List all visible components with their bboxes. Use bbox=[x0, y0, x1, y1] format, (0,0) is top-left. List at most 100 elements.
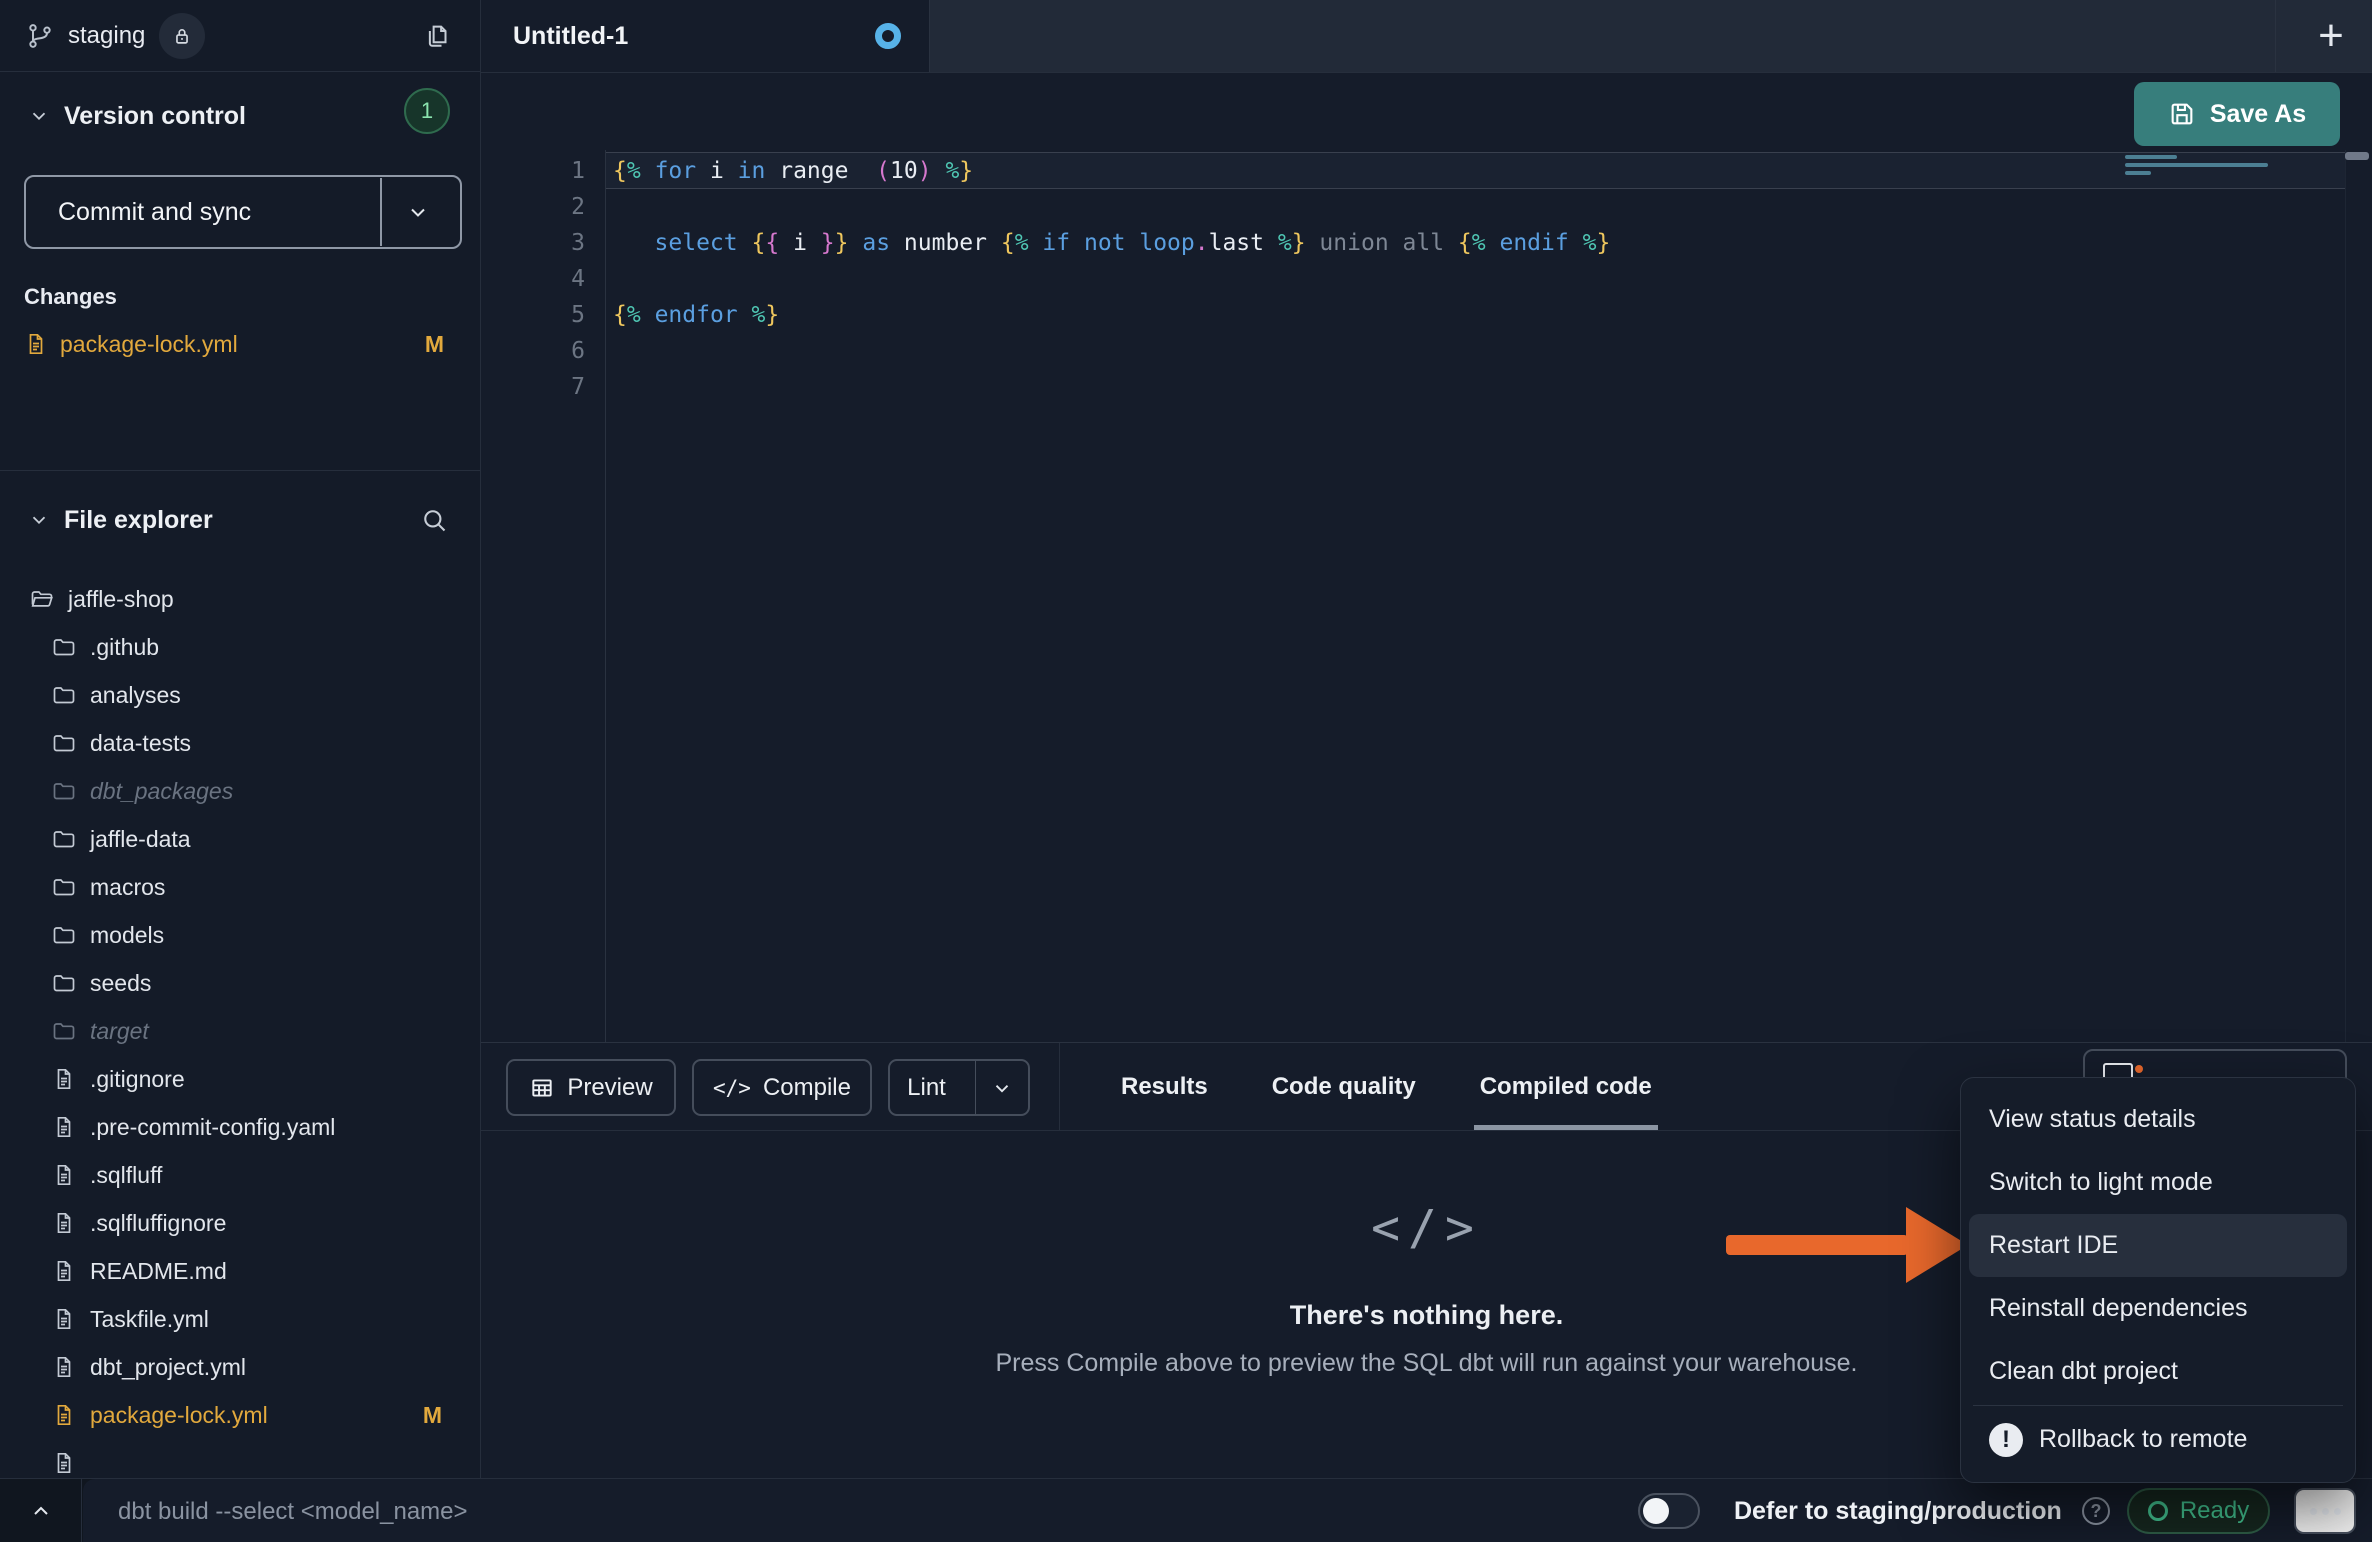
tree-item-label: dbt_packages bbox=[90, 778, 233, 805]
commit-options-dropdown[interactable] bbox=[380, 178, 454, 246]
folder-icon bbox=[52, 875, 76, 899]
minimap-line bbox=[2125, 171, 2151, 175]
panel-tab-compiled-code[interactable]: Compiled code bbox=[1480, 1043, 1652, 1130]
code-line-5: {% endfor %} bbox=[613, 297, 1610, 333]
lint-dropdown[interactable] bbox=[975, 1061, 1028, 1114]
tab-label: Untitled-1 bbox=[513, 22, 628, 51]
code-editor[interactable]: 1234567 {% for i in range (10) %} select… bbox=[481, 150, 2372, 1042]
line-number: 3 bbox=[481, 225, 585, 261]
version-control-header[interactable]: Version control 1 bbox=[0, 88, 480, 144]
defer-toggle[interactable] bbox=[1638, 1493, 1700, 1529]
copy-icon bbox=[423, 21, 453, 51]
folder-icon bbox=[52, 779, 76, 803]
tree-item--github[interactable]: .github bbox=[0, 623, 480, 671]
menu-item-view-status-details[interactable]: View status details bbox=[1969, 1088, 2347, 1151]
code-line-1: {% for i in range (10) %} bbox=[613, 153, 1610, 189]
compile-button[interactable]: </> Compile bbox=[692, 1059, 872, 1116]
tree-item-analyses[interactable]: analyses bbox=[0, 671, 480, 719]
menu-item-label: Rollback to remote bbox=[2039, 1425, 2247, 1454]
minimap[interactable] bbox=[2125, 155, 2275, 179]
tree-item-label: target bbox=[90, 1018, 149, 1045]
file-search-button[interactable] bbox=[414, 500, 454, 540]
tree-item-dbt-packages[interactable]: dbt_packages bbox=[0, 767, 480, 815]
tree-item-jaffle-shop[interactable]: jaffle-shop bbox=[0, 575, 480, 623]
file-icon bbox=[52, 1115, 76, 1139]
more-options-button[interactable] bbox=[2294, 1488, 2356, 1534]
save-as-button[interactable]: Save As bbox=[2134, 82, 2340, 146]
panel-tab-code-quality[interactable]: Code quality bbox=[1272, 1043, 1416, 1130]
chevron-down-icon bbox=[406, 200, 430, 224]
menu-item-restart-ide[interactable]: Restart IDE bbox=[1969, 1214, 2347, 1277]
branch-header: staging bbox=[0, 0, 480, 72]
tree-item--gitignore[interactable]: .gitignore bbox=[0, 1055, 480, 1103]
help-icon[interactable]: ? bbox=[2082, 1497, 2110, 1525]
commit-and-sync-label: Commit and sync bbox=[32, 198, 380, 227]
tab-untitled-1[interactable]: Untitled-1 bbox=[481, 0, 930, 72]
chevron-up-icon bbox=[29, 1499, 53, 1523]
menu-item-label: Restart IDE bbox=[1989, 1231, 2118, 1260]
tree-item-seeds[interactable]: seeds bbox=[0, 959, 480, 1007]
menu-item-label: Switch to light mode bbox=[1989, 1168, 2213, 1197]
toggle-knob bbox=[1643, 1498, 1669, 1524]
command-input[interactable] bbox=[116, 1479, 1520, 1542]
panel-tab-results[interactable]: Results bbox=[1121, 1043, 1208, 1130]
tree-item-target[interactable]: target bbox=[0, 1007, 480, 1055]
editor-scrollbar-track[interactable] bbox=[2345, 150, 2372, 1042]
menu-item-reinstall-dependencies[interactable]: Reinstall dependencies bbox=[1969, 1277, 2347, 1340]
changed-file-row[interactable]: package-lock.yml M bbox=[24, 322, 462, 366]
chevron-down-icon bbox=[991, 1077, 1013, 1099]
file-explorer-header[interactable]: File explorer bbox=[0, 492, 480, 548]
menu-item-switch-to-light-mode[interactable]: Switch to light mode bbox=[1969, 1151, 2347, 1214]
tree-item--sqlfluffignore[interactable]: .sqlfluffignore bbox=[0, 1199, 480, 1247]
tree-item--pre-commit-config-yaml[interactable]: .pre-commit-config.yaml bbox=[0, 1103, 480, 1151]
panel-tabs: Results Code quality Compiled code bbox=[1121, 1043, 1652, 1130]
tree-item-label: .sqlfluffignore bbox=[90, 1210, 226, 1237]
tree-item-label: jaffle-shop bbox=[68, 586, 174, 613]
tree-item-readme-md[interactable]: README.md bbox=[0, 1247, 480, 1295]
tree-item-macros[interactable]: macros bbox=[0, 863, 480, 911]
commit-and-sync-button[interactable]: Commit and sync bbox=[24, 175, 462, 249]
gutter-divider bbox=[605, 150, 606, 1042]
code-line-6 bbox=[613, 333, 1610, 369]
code-lines[interactable]: {% for i in range (10) %} select {{ i }}… bbox=[613, 153, 1610, 405]
tree-item-label: dbt_project.yml bbox=[90, 1354, 246, 1381]
menu-divider bbox=[1973, 1405, 2343, 1406]
tree-item-data-tests[interactable]: data-tests bbox=[0, 719, 480, 767]
tree-item-label: macros bbox=[90, 874, 165, 901]
menu-item-rollback-to-remote[interactable]: ! Rollback to remote bbox=[1969, 1408, 2347, 1471]
tree-item-jaffle-data[interactable]: jaffle-data bbox=[0, 815, 480, 863]
tree-item-label: data-tests bbox=[90, 730, 191, 757]
ide-options-menu: View status details Switch to light mode R… bbox=[1960, 1077, 2356, 1483]
folder-icon bbox=[52, 923, 76, 947]
tree-item-label: .gitignore bbox=[90, 1066, 185, 1093]
tree-item-partial[interactable] bbox=[0, 1439, 480, 1478]
status-alert-dot bbox=[2135, 1065, 2143, 1073]
preview-button[interactable]: Preview bbox=[506, 1059, 676, 1116]
line-number: 7 bbox=[481, 369, 585, 405]
defer-label: Defer to staging/production bbox=[1734, 1479, 2062, 1542]
tree-item-models[interactable]: models bbox=[0, 911, 480, 959]
tree-item-label: models bbox=[90, 922, 164, 949]
tree-item-taskfile-yml[interactable]: Taskfile.yml bbox=[0, 1295, 480, 1343]
editor-scrollbar-thumb[interactable] bbox=[2345, 152, 2369, 160]
code-line-7 bbox=[613, 369, 1610, 405]
menu-item-clean-dbt-project[interactable]: Clean dbt project bbox=[1969, 1340, 2347, 1403]
branch-name[interactable]: staging bbox=[68, 22, 145, 50]
new-tab-button[interactable]: + bbox=[2291, 0, 2371, 72]
tabstrip-divider bbox=[2275, 0, 2276, 72]
ready-status-button[interactable]: Ready bbox=[2127, 1488, 2270, 1534]
tree-item-label: analyses bbox=[90, 682, 181, 709]
lint-button[interactable]: Lint bbox=[888, 1059, 1030, 1116]
copy-branch-button[interactable] bbox=[416, 14, 460, 58]
tree-item-label: package-lock.yml bbox=[90, 1402, 268, 1429]
tree-item--sqlfluff[interactable]: .sqlfluff bbox=[0, 1151, 480, 1199]
expand-command-bar-button[interactable] bbox=[0, 1479, 82, 1542]
tree-item-dbt-project-yml[interactable]: dbt_project.yml bbox=[0, 1343, 480, 1391]
menu-item-label: Clean dbt project bbox=[1989, 1357, 2178, 1386]
alert-icon: ! bbox=[1989, 1423, 2023, 1457]
unsaved-indicator-dot[interactable] bbox=[875, 23, 901, 49]
ready-status-ring-icon bbox=[2148, 1501, 2168, 1521]
tree-item-package-lock-yml[interactable]: package-lock.ymlM bbox=[0, 1391, 480, 1439]
file-icon bbox=[24, 332, 48, 356]
minimap-line bbox=[2125, 163, 2268, 167]
